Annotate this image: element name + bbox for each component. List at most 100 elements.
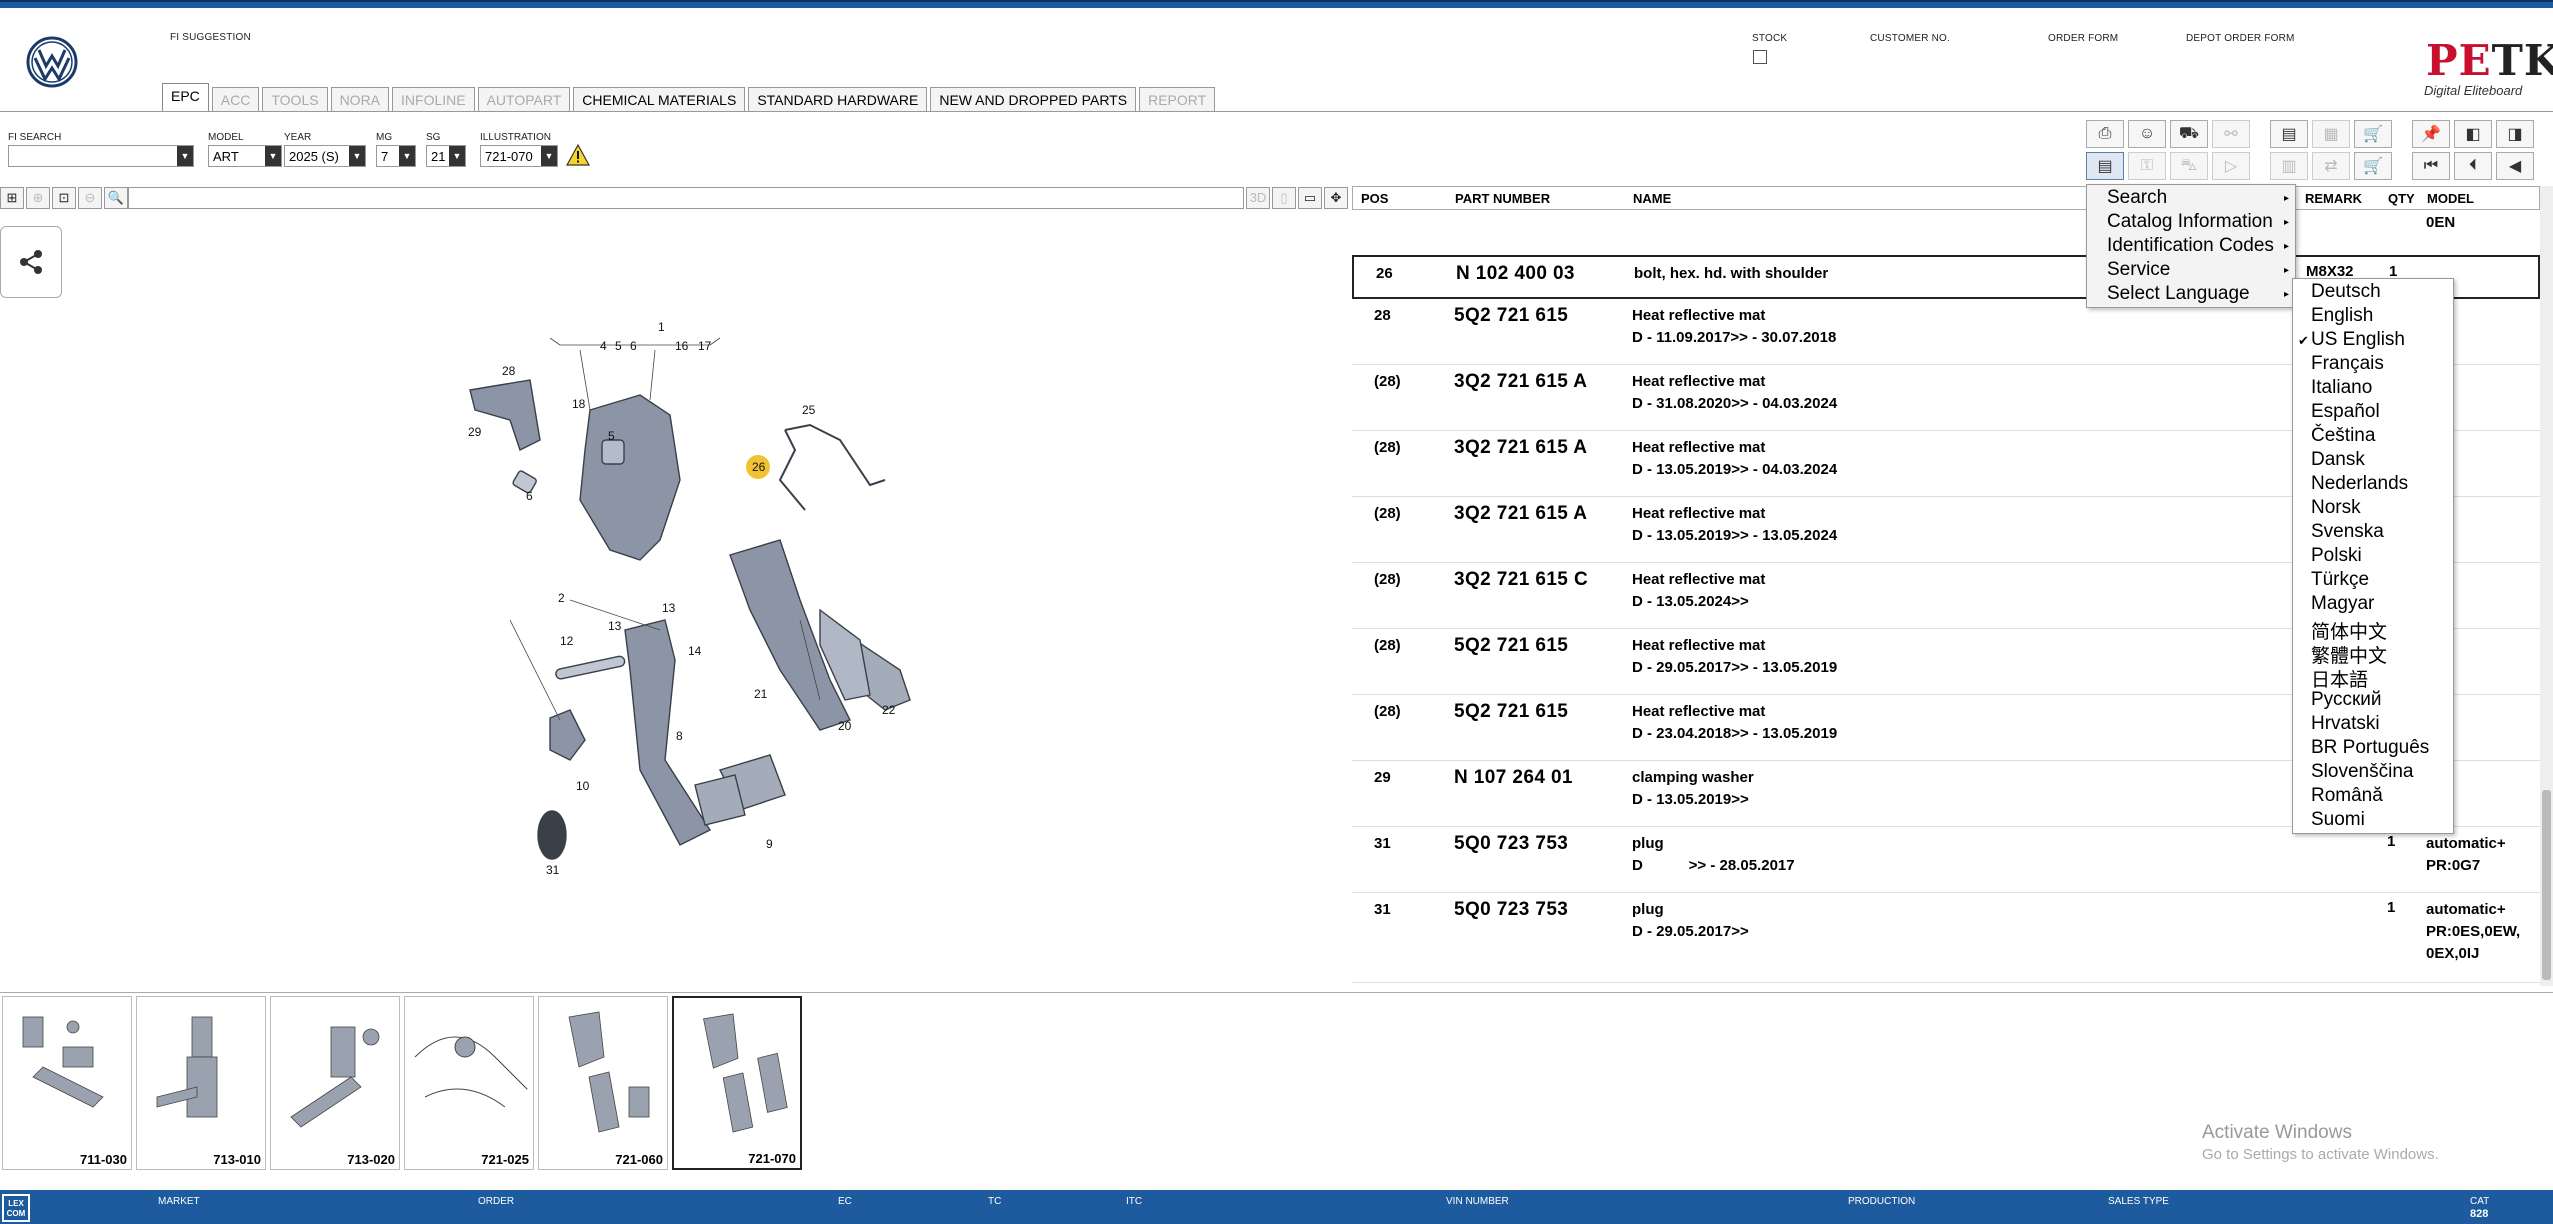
- diagram-callout[interactable]: 29: [468, 425, 482, 439]
- menu-item-service[interactable]: Service: [2107, 259, 2170, 281]
- language-item[interactable]: Norsk: [2311, 497, 2361, 519]
- table-row[interactable]: 31 5Q0 723 753 plug D - 29.05.2017>> 1 a…: [1352, 893, 2540, 983]
- diagram-callout[interactable]: 18: [572, 397, 586, 411]
- language-item[interactable]: Nederlands: [2311, 473, 2408, 495]
- book-prev-icon[interactable]: ◧: [2454, 120, 2492, 148]
- elsa-icon[interactable]: ▤: [2270, 120, 2308, 148]
- col-qty[interactable]: QTY: [2388, 191, 2415, 206]
- language-item[interactable]: Русский: [2311, 689, 2382, 711]
- language-item[interactable]: English: [2311, 305, 2373, 327]
- diagram-callout[interactable]: 5: [608, 429, 615, 443]
- diagram-callout[interactable]: 2: [558, 591, 565, 605]
- stock-checkbox[interactable]: [1753, 50, 1767, 64]
- move-icon[interactable]: ✥: [1324, 187, 1348, 209]
- zoom-field[interactable]: [128, 187, 1244, 209]
- pedal-bracket-part[interactable]: [579, 394, 681, 561]
- language-item[interactable]: Italiano: [2311, 377, 2372, 399]
- diagram-callout[interactable]: 17: [698, 339, 712, 353]
- vehicle-icon[interactable]: ⛟: [2170, 120, 2208, 148]
- print-list-icon[interactable]: ▥: [2270, 152, 2308, 180]
- tab-chemical-materials[interactable]: CHEMICAL MATERIALS: [573, 87, 746, 112]
- chevron-down-icon[interactable]: ▼: [177, 146, 193, 166]
- link-icon[interactable]: ⚯: [2212, 120, 2250, 148]
- parts-diagram[interactable]: 1 4 5 6 16 17 28 18 29 25 26 5 6 2 13 13…: [440, 300, 920, 900]
- diagram-callout[interactable]: 12: [560, 634, 574, 648]
- diagram-callout[interactable]: 1: [658, 320, 665, 334]
- zoom-fit-icon[interactable]: ⊞: [0, 187, 24, 209]
- tab-nora[interactable]: NORA: [330, 87, 390, 112]
- diagram-callout[interactable]: 6: [526, 489, 533, 503]
- zoom-out-icon[interactable]: ⊖: [78, 187, 102, 209]
- menu-icon[interactable]: ▤: [2086, 152, 2124, 180]
- col-name[interactable]: NAME: [1633, 191, 1671, 206]
- diagram-callout[interactable]: 31: [546, 863, 560, 877]
- print-icon[interactable]: ⎙: [2086, 120, 2124, 148]
- tab-report[interactable]: REPORT: [1139, 87, 1216, 112]
- plug-part[interactable]: [537, 810, 567, 860]
- tab-standard-hardware[interactable]: STANDARD HARDWARE: [748, 87, 928, 112]
- first-page-icon[interactable]: ⏮: [2412, 152, 2450, 180]
- year-select[interactable]: 2025 (S) ▼: [284, 145, 366, 167]
- table-scrollbar-thumb[interactable]: [2542, 790, 2551, 980]
- language-item[interactable]: 简体中文: [2311, 617, 2387, 644]
- share-button[interactable]: [0, 226, 62, 298]
- language-item[interactable]: US English: [2311, 329, 2405, 351]
- language-item[interactable]: Polski: [2311, 545, 2362, 567]
- col-part-number[interactable]: PART NUMBER: [1455, 191, 1550, 206]
- cylinder-part[interactable]: [549, 709, 586, 761]
- prev-page-icon[interactable]: ⏴: [2454, 152, 2492, 180]
- col-model[interactable]: MODEL: [2427, 191, 2474, 206]
- diagram-callout[interactable]: 21: [754, 687, 768, 701]
- warning-icon[interactable]: [566, 144, 590, 166]
- language-item[interactable]: Türkçe: [2311, 569, 2369, 591]
- car-icon[interactable]: ⛍: [2170, 152, 2208, 180]
- arrow-minus-icon[interactable]: ▷: [2212, 152, 2250, 180]
- language-item[interactable]: Română: [2311, 785, 2383, 807]
- prev-icon[interactable]: ◀: [2496, 152, 2534, 180]
- chevron-down-icon[interactable]: ▼: [541, 146, 557, 166]
- table-row[interactable]: 31 5Q0 723 753 plug D >> - 28.05.2017 1 …: [1352, 827, 2540, 893]
- thumbnail-active[interactable]: 721-070: [672, 996, 802, 1170]
- split-icon[interactable]: ▯: [1272, 187, 1296, 209]
- thumbnail[interactable]: 721-025: [404, 996, 534, 1170]
- mg-select[interactable]: 7 ▼: [376, 145, 416, 167]
- pin-icon[interactable]: 📌: [2412, 120, 2450, 148]
- tab-infoline[interactable]: INFOLINE: [392, 87, 475, 112]
- diagram-callout[interactable]: 10: [576, 779, 590, 793]
- sg-select[interactable]: 21 ▼: [426, 145, 466, 167]
- language-item[interactable]: Čeština: [2311, 425, 2375, 447]
- col-pos[interactable]: POS: [1361, 191, 1388, 206]
- cart-icon[interactable]: 🛒: [2354, 120, 2392, 148]
- diagram-callout[interactable]: 13: [608, 619, 622, 633]
- diagram-callout[interactable]: 22: [882, 703, 896, 717]
- language-item[interactable]: Magyar: [2311, 593, 2374, 615]
- key-icon[interactable]: ⚿: [2128, 152, 2166, 180]
- chevron-down-icon[interactable]: ▼: [265, 146, 281, 166]
- heat-mat-part[interactable]: [469, 379, 541, 451]
- cart-add-icon[interactable]: 🛒: [2354, 152, 2392, 180]
- chevron-down-icon[interactable]: ▼: [399, 146, 415, 166]
- tab-acc[interactable]: ACC: [211, 87, 260, 112]
- menu-item-search[interactable]: Search: [2107, 187, 2167, 209]
- menu-item-catalog-information[interactable]: Catalog Information: [2107, 211, 2273, 233]
- tab-new-and-dropped-parts[interactable]: NEW AND DROPPED PARTS: [930, 87, 1137, 112]
- diagram-callout[interactable]: 8: [676, 729, 683, 743]
- thumbnail[interactable]: 721-060: [538, 996, 668, 1170]
- chevron-down-icon[interactable]: ▼: [349, 146, 365, 166]
- diagram-callout[interactable]: 20: [838, 719, 852, 733]
- transfer-icon[interactable]: ⇄: [2312, 152, 2350, 180]
- zoom-window-icon[interactable]: ⊡: [52, 187, 76, 209]
- diagram-callout[interactable]: 14: [688, 644, 702, 658]
- diagram-callout[interactable]: 16: [675, 339, 689, 353]
- magnifier-icon[interactable]: 🔍: [104, 187, 128, 209]
- pedal-pad-left-part[interactable]: [694, 774, 746, 826]
- language-item[interactable]: Dansk: [2311, 449, 2365, 471]
- btn-3d[interactable]: 3D: [1246, 187, 1270, 209]
- diagram-callout[interactable]: 5: [615, 339, 622, 353]
- diagram-callout[interactable]: 4: [600, 339, 607, 353]
- chevron-down-icon[interactable]: ▼: [449, 146, 465, 166]
- language-item[interactable]: BR Português: [2311, 737, 2429, 759]
- menu-item-select-language[interactable]: Select Language: [2107, 283, 2250, 305]
- language-item[interactable]: Français: [2311, 353, 2384, 375]
- menu-item-identification-codes[interactable]: Identification Codes: [2107, 235, 2274, 257]
